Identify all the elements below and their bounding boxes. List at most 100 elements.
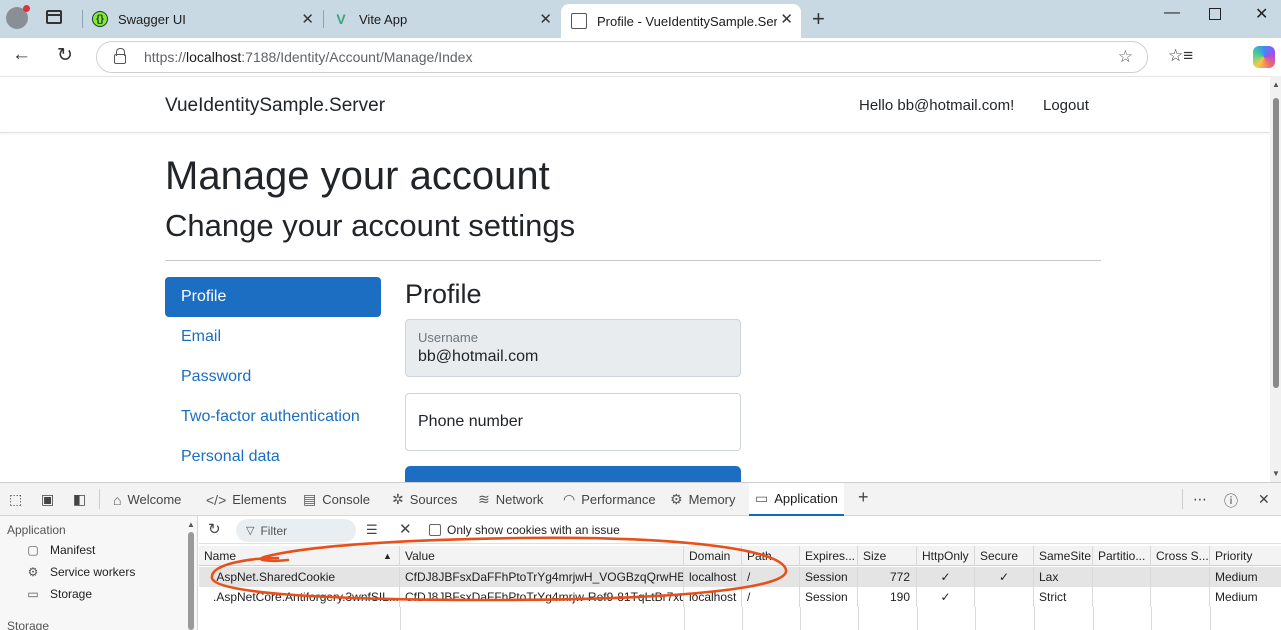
devtools-tab-elements[interactable]: </> Elements [206,483,286,516]
clear-all-cookies-icon[interactable]: ☰ [366,522,378,538]
nav-profile[interactable]: Profile [165,277,381,317]
column-header-secure[interactable]: Secure [975,546,1034,566]
nav-email[interactable]: Email [165,317,381,357]
column-header-samesite[interactable]: SameSite [1034,546,1093,566]
nav-two-factor[interactable]: Two-factor authentication [165,397,381,437]
close-icon[interactable]: ✕ [539,10,552,28]
page-scrollbar[interactable]: ▲ ▼ [1270,76,1281,482]
devtools-tab-console[interactable]: ▤ Console [303,483,370,516]
hello-user-link[interactable]: Hello bb@hotmail.com! [859,97,1014,114]
only-issues-checkbox[interactable] [429,524,441,536]
inspect-icon[interactable]: ⬚ [9,491,22,508]
cookie-expires: Session [800,567,858,587]
refresh-icon[interactable]: ↻ [57,44,73,67]
sidebar-item-service-workers[interactable]: ⚙ Service workers [26,565,136,579]
scroll-thumb[interactable] [188,532,194,630]
devtools-tab-memory[interactable]: ⚙ Memory [670,483,736,516]
bug-icon: ✲ [392,491,404,507]
url-field[interactable]: https://localhost:7188/Identity/Account/… [96,41,1148,73]
column-header-value[interactable]: Value [400,546,684,566]
column-header-expires[interactable]: Expires... [800,546,858,566]
new-tab-icon[interactable]: + [812,6,825,32]
home-icon: ⌂ [113,491,122,508]
devtools-tab-performance[interactable]: ◠ Performance [563,483,656,516]
more-options-icon[interactable]: ⋯ [1193,491,1207,508]
table-row[interactable]: .AspNet.SharedCookie CfDJ8JBFsxDaFFhPtoT… [199,567,1281,587]
star-icon[interactable]: ☆ [1118,47,1133,67]
nav-password[interactable]: Password [165,357,381,397]
close-icon[interactable]: ✕ [780,10,793,28]
column-header-domain[interactable]: Domain [684,546,742,566]
cookie-expires: Session [800,587,858,607]
devtools-tab-sources[interactable]: ✲ Sources [392,483,457,516]
logout-link[interactable]: Logout [1043,97,1089,114]
sidebar-item-manifest[interactable]: ▢ Manifest [26,543,95,557]
vite-icon: V [336,11,346,27]
sidebar-scrollbar[interactable]: ▲ [186,518,195,630]
phone-number-field[interactable]: Phone number [405,393,741,451]
column-divider [800,607,801,630]
code-icon: </> [206,491,227,508]
back-arrow-icon[interactable]: ← [12,44,31,66]
page-subtitle: Change your account settings [165,208,576,243]
favorites-icon[interactable]: ☆≡ [1168,46,1193,66]
application-sidebar: Application ▢ Manifest ⚙ Service workers ▭… [0,516,198,630]
column-header-path[interactable]: Path [742,546,800,566]
close-devtools-icon[interactable]: ✕ [1258,491,1270,508]
column-header-name[interactable]: Name [199,546,400,566]
tab-swagger[interactable]: {} Swagger UI ✕ [82,4,322,34]
cookie-secure [975,587,1034,607]
cookie-priority: Medium [1215,570,1258,584]
maximize-icon[interactable] [1209,8,1221,20]
cookies-table: Name ▲ Value Domain Path Expires... Size… [199,544,1281,630]
scroll-thumb[interactable] [1273,98,1279,388]
column-divider [400,607,401,630]
close-icon[interactable]: ✕ [301,10,314,28]
devtools-tab-application[interactable]: ▭ Application [749,483,844,516]
dock-side-icon[interactable]: ◧ [73,491,86,508]
tab-profile[interactable]: Profile - VueIdentitySample.Server ✕ [561,4,801,38]
device-emulation-icon[interactable]: ▣ [41,491,54,508]
cookie-value: CfDJ8JBFsxDaFFhPtoTrYg4mrjwH_VOGBzqQrwHB… [400,567,684,587]
copilot-icon[interactable] [1253,46,1275,68]
table-row[interactable]: .AspNetCore.Antiforgery.3wnfSIL... CfDJ8… [199,587,1281,607]
nav-personal-data[interactable]: Personal data [165,437,381,477]
minimize-icon[interactable]: — [1164,4,1180,22]
toolbar-separator [99,489,100,509]
brand-link[interactable]: VueIdentitySample.Server [165,95,385,117]
devtools-tab-network[interactable]: ≋ Network [478,483,543,516]
tab-actions-icon[interactable] [46,10,62,24]
tab-title: Vite App [359,11,408,27]
tab-vite[interactable]: V Vite App ✕ [323,4,560,34]
console-icon: ▤ [303,491,317,507]
refresh-icon[interactable]: ↻ [208,520,221,538]
save-button[interactable] [405,466,741,482]
column-header-httponly[interactable]: HttpOnly [917,546,975,566]
url-text[interactable]: https://localhost:7188/Identity/Account/… [144,49,472,65]
window-close-icon[interactable]: ✕ [1255,4,1268,24]
help-icon[interactable]: ⓘ [1224,491,1238,511]
devtools-toolbar: ⬚ ▣ ◧ ⌂ Welcome </> Elements ▤ Console ✲ Sou… [0,483,1281,516]
wifi-icon: ≋ [478,491,490,507]
delete-selected-icon[interactable]: ✕ [399,520,412,538]
cookie-toolbar: ↻ ▽ Filter ☰ ✕ Only show cookies with an… [199,516,1281,544]
scroll-up-icon[interactable]: ▲ [1272,80,1280,89]
cookie-secure: ✓ [975,567,1034,587]
toolbar-separator [1182,489,1183,509]
column-header-priority[interactable]: Priority [1210,546,1281,566]
more-tabs-icon[interactable]: + [858,487,869,508]
scroll-up-icon[interactable]: ▲ [187,520,195,529]
sidebar-item-storage[interactable]: ▭ Storage [26,587,92,601]
scroll-down-icon[interactable]: ▼ [1272,469,1280,478]
column-header-size[interactable]: Size [858,546,917,566]
chip-icon: ⚙ [670,491,683,507]
cookie-filter-input[interactable]: ▽ Filter [236,519,356,542]
column-header-partition[interactable]: Partitio... [1093,546,1151,566]
lock-icon[interactable] [114,48,126,64]
profile-avatar-icon[interactable] [6,5,30,29]
column-header-cross-site[interactable]: Cross S... [1151,546,1210,566]
sort-ascending-icon: ▲ [383,551,392,561]
column-divider [1093,607,1094,630]
cookie-priority: Medium [1215,590,1258,604]
devtools-tab-welcome[interactable]: ⌂ Welcome [113,483,181,516]
